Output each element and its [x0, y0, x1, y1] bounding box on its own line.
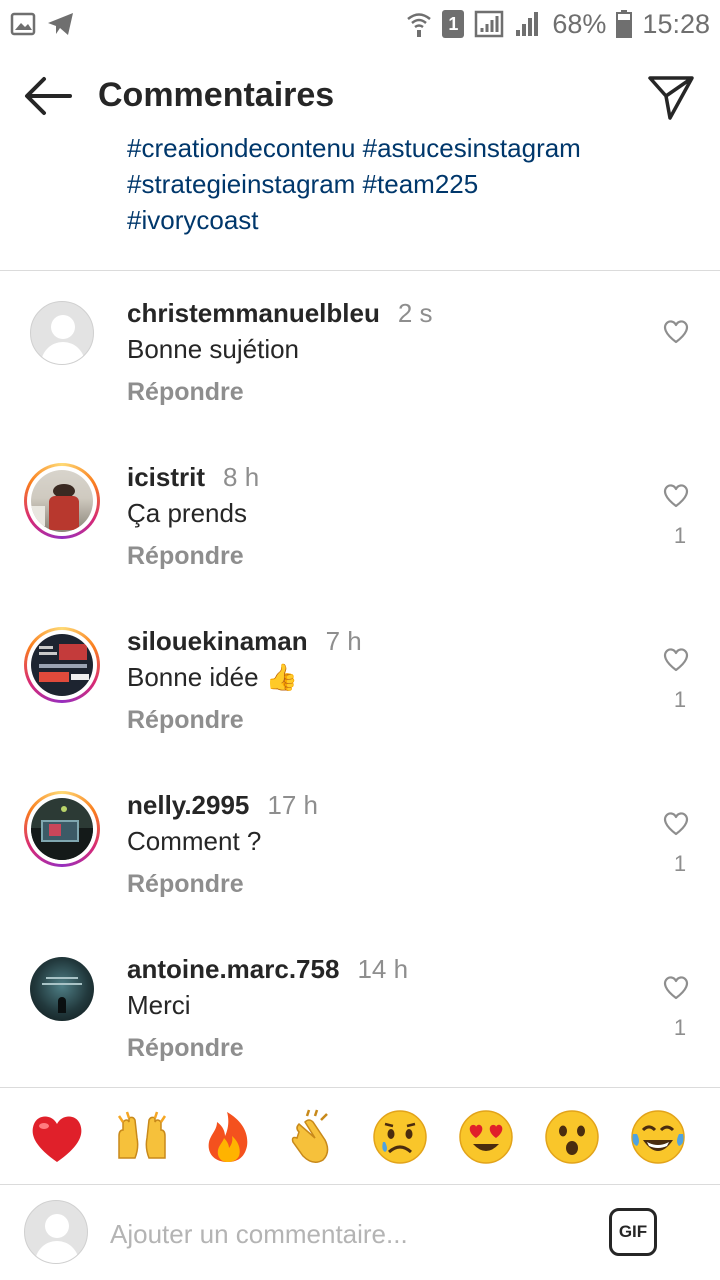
gallery-icon — [10, 12, 36, 36]
sim-badge: 1 — [442, 10, 465, 38]
battery-icon — [616, 10, 633, 38]
comment-username[interactable]: silouekinaman — [127, 626, 308, 656]
comment-text: Merci — [127, 990, 191, 1020]
comment-item: icistrit 8 h Ça prends Répondre 1 — [0, 435, 720, 599]
clapping-hands-icon[interactable] — [285, 1108, 343, 1166]
telegram-icon — [48, 13, 73, 35]
red-heart-icon[interactable] — [28, 1108, 86, 1166]
app-header: Commentaires — [0, 58, 720, 134]
clock: 15:28 — [642, 8, 710, 39]
status-bar: 1 68% 15:28 — [0, 0, 720, 48]
like-count[interactable]: 1 — [660, 1015, 700, 1041]
comment-username[interactable]: christemmanuelbleu — [127, 298, 380, 328]
heart-eyes-icon[interactable] — [457, 1108, 515, 1166]
avatar[interactable] — [30, 957, 94, 1021]
thumbs-up-emoji: 👍 — [265, 662, 299, 692]
comment-text: Bonne sujétion — [127, 334, 300, 364]
comment-item: silouekinaman 7 h Bonne idée 👍 Répondre 1 — [0, 599, 720, 763]
wifi-icon — [407, 13, 432, 37]
comment-time: 7 h — [325, 626, 362, 656]
quick-reactions-bar — [0, 1087, 720, 1185]
comment-item: christemmanuelbleu 2 s Bonne sujétion Rép… — [0, 271, 720, 435]
avatar[interactable] — [24, 627, 100, 703]
reply-button[interactable]: Répondre — [127, 706, 244, 735]
heart-icon[interactable] — [662, 809, 690, 837]
heart-icon[interactable] — [662, 645, 690, 673]
comment-item: nelly.2995 17 h Comment ? Répondre 1 — [0, 763, 720, 927]
avatar[interactable] — [30, 301, 94, 365]
avatar — [24, 1200, 88, 1264]
battery-percent: 68% — [552, 8, 607, 39]
raising-hands-icon[interactable] — [113, 1108, 171, 1166]
caption-hashtags-line2[interactable]: #strategieinstagram #team225 — [127, 166, 687, 202]
comment-item: antoine.marc.758 14 h Merci Répondre 1 — [0, 927, 720, 1091]
comment-username[interactable]: nelly.2995 — [127, 790, 249, 820]
comment-time: 17 h — [267, 790, 318, 820]
like-count[interactable]: 1 — [660, 523, 700, 549]
comment-text: Bonne idée — [127, 662, 259, 692]
heart-icon[interactable] — [662, 973, 690, 1001]
like-count[interactable]: 1 — [660, 851, 700, 877]
surprised-face-icon[interactable] — [543, 1108, 601, 1166]
back-arrow-icon[interactable] — [22, 74, 74, 118]
tears-of-joy-icon[interactable] — [629, 1108, 687, 1166]
signal-box-icon — [475, 10, 504, 38]
post-caption: #creationdecontenu #astucesinstagram #st… — [0, 134, 720, 270]
signal-icon — [516, 12, 539, 36]
share-send-icon[interactable] — [646, 72, 696, 122]
avatar[interactable] — [24, 791, 100, 867]
comment-text: Ça prends — [127, 498, 247, 528]
comment-time: 8 h — [223, 462, 260, 492]
comment-text: Comment ? — [127, 826, 262, 856]
like-count[interactable]: 1 — [660, 687, 700, 713]
reply-button[interactable]: Répondre — [127, 542, 244, 571]
fire-icon[interactable] — [199, 1108, 257, 1166]
page-title: Commentaires — [98, 76, 335, 114]
comment-input[interactable] — [110, 1214, 570, 1254]
reply-button[interactable]: Répondre — [127, 378, 244, 407]
comment-username[interactable]: antoine.marc.758 — [127, 954, 339, 984]
heart-icon[interactable] — [662, 317, 690, 345]
caption-hashtags-line1[interactable]: #creationdecontenu #astucesinstagram — [127, 134, 687, 166]
reply-button[interactable]: Répondre — [127, 870, 244, 899]
gif-button[interactable]: GIF — [609, 1208, 657, 1256]
comment-time: 14 h — [357, 954, 409, 984]
caption-hashtags-line3[interactable]: #ivorycoast — [127, 202, 687, 238]
heart-icon[interactable] — [662, 481, 690, 509]
avatar[interactable] — [24, 463, 100, 539]
reply-button[interactable]: Répondre — [127, 1034, 244, 1063]
comment-username[interactable]: icistrit — [127, 462, 205, 492]
sad-face-icon[interactable] — [371, 1108, 429, 1166]
comment-time: 2 s — [397, 298, 433, 328]
comment-composer: GIF — [0, 1186, 720, 1280]
